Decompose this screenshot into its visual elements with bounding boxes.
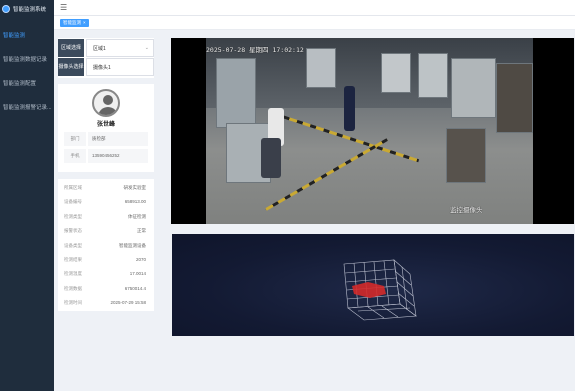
tag-current[interactable]: 智能监测 × xyxy=(60,18,89,27)
detail-value: 研发实验室 xyxy=(123,185,147,190)
avatar-icon xyxy=(92,89,120,117)
detail-key: 报警状态 xyxy=(64,228,82,234)
detail-row: 所属区域 研发实验室 xyxy=(58,181,154,195)
detail-row: 检测结果 2070 xyxy=(58,253,154,267)
area-label: 区域选择 xyxy=(58,39,84,57)
camera-value: 摄像头1 xyxy=(93,64,111,71)
detail-value: 2070 xyxy=(135,256,146,262)
dept-label: 部门 xyxy=(64,132,86,146)
menu-toggle-icon[interactable]: ☰ xyxy=(60,3,67,12)
filter-card: 区域选择 区域1 ⌄ 摄像头选择 摄像头1 xyxy=(58,38,154,78)
dept-value: 质检部 xyxy=(88,132,148,146)
detail-card: 所属区域 研发实验室 设备编号 658913.00 检测类型 体征检测 报警状态 正常 … xyxy=(58,179,154,311)
close-icon[interactable]: × xyxy=(83,20,86,25)
detail-key: 检测结果 xyxy=(64,256,82,262)
logo-icon xyxy=(2,5,10,13)
dept-row: 部门 质检部 xyxy=(64,132,148,146)
sidebar-menu: 智能监测 智能监测数据记录 智能监测配置 智能监测报警记录... xyxy=(0,24,54,120)
sidebar-item-alarms[interactable]: 智能监测报警记录... xyxy=(0,96,54,120)
profile-card: 张世峰 部门 质检部 手机 13590456252 xyxy=(58,84,154,172)
detail-key: 设备编号 xyxy=(64,199,82,205)
sidebar: 智能监测系统 智能监测 智能监测数据记录 智能监测配置 智能监测报警记录... xyxy=(0,0,54,391)
detail-key: 所属区域 xyxy=(64,185,82,190)
detail-value: 体征检测 xyxy=(128,213,146,219)
sidebar-item-monitor[interactable]: 智能监测 xyxy=(0,24,54,48)
sidebar-item-records[interactable]: 智能监测数据记录 xyxy=(0,48,54,72)
phone-row: 手机 13590456252 xyxy=(64,149,148,163)
detail-key: 设备类型 xyxy=(64,242,82,248)
phone-label: 手机 xyxy=(64,149,86,163)
detail-row: 检测时间 2025-07-29 15:58 xyxy=(58,296,154,310)
app-title: 智能监测系统 xyxy=(13,7,47,13)
person-name: 张世峰 xyxy=(96,122,115,128)
detail-row: 检测类型 体征检测 xyxy=(58,210,154,224)
video-timestamp: 2025-07-28 星期四 17:02:12 xyxy=(206,46,304,54)
detail-row: 设备类型 智能监测设备 xyxy=(58,239,154,253)
area-select-row: 区域选择 区域1 ⌄ xyxy=(58,39,154,57)
tags-view: 智能监测 × xyxy=(54,16,575,30)
app-root: 智能监测系统 智能监测 智能监测数据记录 智能监测配置 智能监测报警记录... … xyxy=(0,0,575,391)
detail-key: 检测温度 xyxy=(64,271,82,277)
detail-row: 检测温度 17.0014 xyxy=(58,267,154,281)
video-channel: 监控摄像头 xyxy=(450,206,483,214)
sidebar-item-config[interactable]: 智能监测配置 xyxy=(0,72,54,96)
chevron-down-icon: ⌄ xyxy=(144,45,149,51)
detail-key: 检测类型 xyxy=(64,213,82,219)
tag-label: 智能监测 xyxy=(63,19,81,25)
detail-row: 报警状态 正常 xyxy=(58,224,154,238)
detail-row: 设备编号 658913.00 xyxy=(58,195,154,209)
3d-grid-icon xyxy=(343,259,417,321)
phone-value: 13590456252 xyxy=(88,149,148,163)
camera-scene: 2025-07-28 星期四 17:02:12 监控摄像头 xyxy=(206,38,533,224)
detail-value: 6750014.4 xyxy=(124,285,146,291)
detail-row: 检测数据 6750014.4 xyxy=(58,282,154,296)
detail-value: 17.0014 xyxy=(129,271,146,277)
camera-select[interactable]: 摄像头1 xyxy=(86,58,154,76)
detail-key: 检测时间 xyxy=(64,300,82,306)
3d-visualization[interactable] xyxy=(172,234,574,336)
area-select[interactable]: 区域1 ⌄ xyxy=(86,39,154,57)
area-value: 区域1 xyxy=(93,45,106,52)
detail-value: 658913.00 xyxy=(124,199,146,205)
detail-value: 智能监测设备 xyxy=(119,242,146,248)
topbar: ☰ xyxy=(54,0,575,16)
detail-key: 检测数据 xyxy=(64,285,82,291)
camera-feed[interactable]: 2025-07-28 星期四 17:02:12 监控摄像头 xyxy=(171,38,574,224)
camera-select-row: 摄像头选择 摄像头1 xyxy=(58,58,154,76)
detail-value: 正常 xyxy=(137,228,146,234)
camera-label: 摄像头选择 xyxy=(58,58,84,76)
detail-value: 2025-07-29 15:58 xyxy=(110,300,146,306)
brand: 智能监测系统 xyxy=(0,0,54,18)
